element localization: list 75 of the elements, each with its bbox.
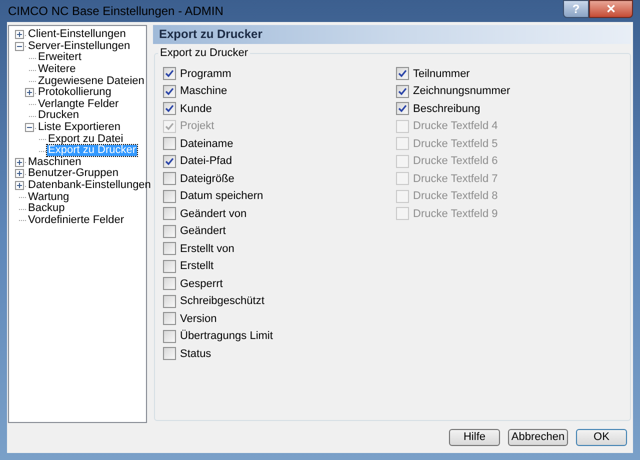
tree-item[interactable]: Export zu Datei [47,134,124,145]
checkbox[interactable] [163,137,176,150]
checkbox[interactable] [163,277,176,290]
checkbox-label: Datum speichern [180,189,264,204]
tree-item[interactable]: Drucken [37,110,80,122]
checkbox-label: Status [180,346,212,362]
dialog-button[interactable]: Abbrechen [508,428,568,446]
expand-icon[interactable] [15,158,24,167]
checkbox[interactable] [163,67,176,80]
checkbox-label: Datei-Pfad [180,154,232,169]
tree-item[interactable]: Server-Einstellungen [27,40,132,52]
checkbox-label: Dateiname [180,136,234,152]
checkbox[interactable] [163,294,176,308]
tree-item[interactable]: Liste Exportieren [37,122,122,134]
tree-item[interactable]: Verlangte Felder [37,98,120,110]
checkbox-label: Geändert von [180,206,247,222]
expand-icon[interactable] [25,88,34,98]
checkbox[interactable] [163,102,176,116]
tree-item[interactable]: Erweitert [37,52,82,64]
checkbox-label: Kunde [180,102,212,116]
expand-icon[interactable] [15,181,24,190]
expand-icon[interactable] [15,169,24,178]
checkbox[interactable] [396,67,409,80]
checkbox-label: Beschreibung [413,102,480,116]
dialog-button[interactable]: OK [576,428,627,446]
checkbox-label: Zeichnungsnummer [413,84,510,99]
checkbox[interactable] [396,84,409,98]
checkbox[interactable] [163,347,176,360]
checkbox[interactable] [163,312,176,326]
checkbox-label: Programm [180,66,232,82]
group-title: Export zu Drucker [158,46,250,60]
tree-item[interactable]: Backup [27,203,66,214]
tree-item[interactable]: Zugewiesene Dateien [37,76,146,87]
checkbox-label: Dateigröße [180,172,234,186]
dialog-button[interactable]: Hilfe [449,428,500,446]
checkbox-label: Schreibgeschützt [180,294,264,309]
tree-item[interactable]: Benutzer-Gruppen [27,168,120,180]
collapse-icon[interactable] [15,42,24,51]
checkbox-label: Drucke Textfeld 6 [413,154,498,169]
checkbox-label: Drucke Textfeld 7 [413,172,498,186]
checkbox-label: Version [180,312,217,326]
panel-header: Export zu Drucker [153,25,631,44]
checkmark-icon [165,156,174,166]
tree-item[interactable]: Vordefinierte Felder [27,214,125,226]
checkbox[interactable] [163,190,176,203]
checkbox[interactable] [163,207,176,220]
checkbox-label: Erstellt von [180,242,234,256]
checkbox-label: Gesperrt [180,276,223,292]
tree-item[interactable]: Datenbank-Einstellungen [27,180,152,192]
checkbox-label: Drucke Textfeld 4 [413,119,498,134]
checkbox-label: Teilnummer [413,66,470,82]
tree-item[interactable]: Wartung [27,192,70,203]
checkbox-label: Erstellt [180,259,214,274]
checkbox-label: Drucke Textfeld 8 [413,189,498,204]
tree-item[interactable]: Maschinen [27,156,82,168]
checkbox-label: Drucke Textfeld 5 [413,136,498,152]
checkbox-label: Projekt [180,119,214,134]
checkbox[interactable] [163,330,176,343]
checkbox[interactable] [163,84,176,98]
checkbox[interactable] [163,154,176,168]
checkbox-label: Maschine [180,84,228,99]
checkbox-label: Drucke Textfeld 9 [413,206,498,222]
window-title: CIMCO NC Base Einstellungen - ADMIN [7,3,224,20]
checkbox[interactable] [396,102,409,116]
tree-item[interactable]: Client-Einstellungen [27,29,127,40]
checkbox-label: Geändert [180,224,226,239]
checkbox[interactable] [163,224,176,238]
checkbox[interactable] [163,172,176,186]
checkbox-label: Übertragungs Limit [180,328,273,344]
checkbox[interactable] [163,260,176,273]
collapse-icon[interactable] [25,123,34,132]
tree-item[interactable]: Weitere [37,64,77,76]
expand-icon[interactable] [15,30,24,40]
checkbox[interactable] [163,242,176,256]
tree-item[interactable]: Protokollierung [37,87,112,98]
